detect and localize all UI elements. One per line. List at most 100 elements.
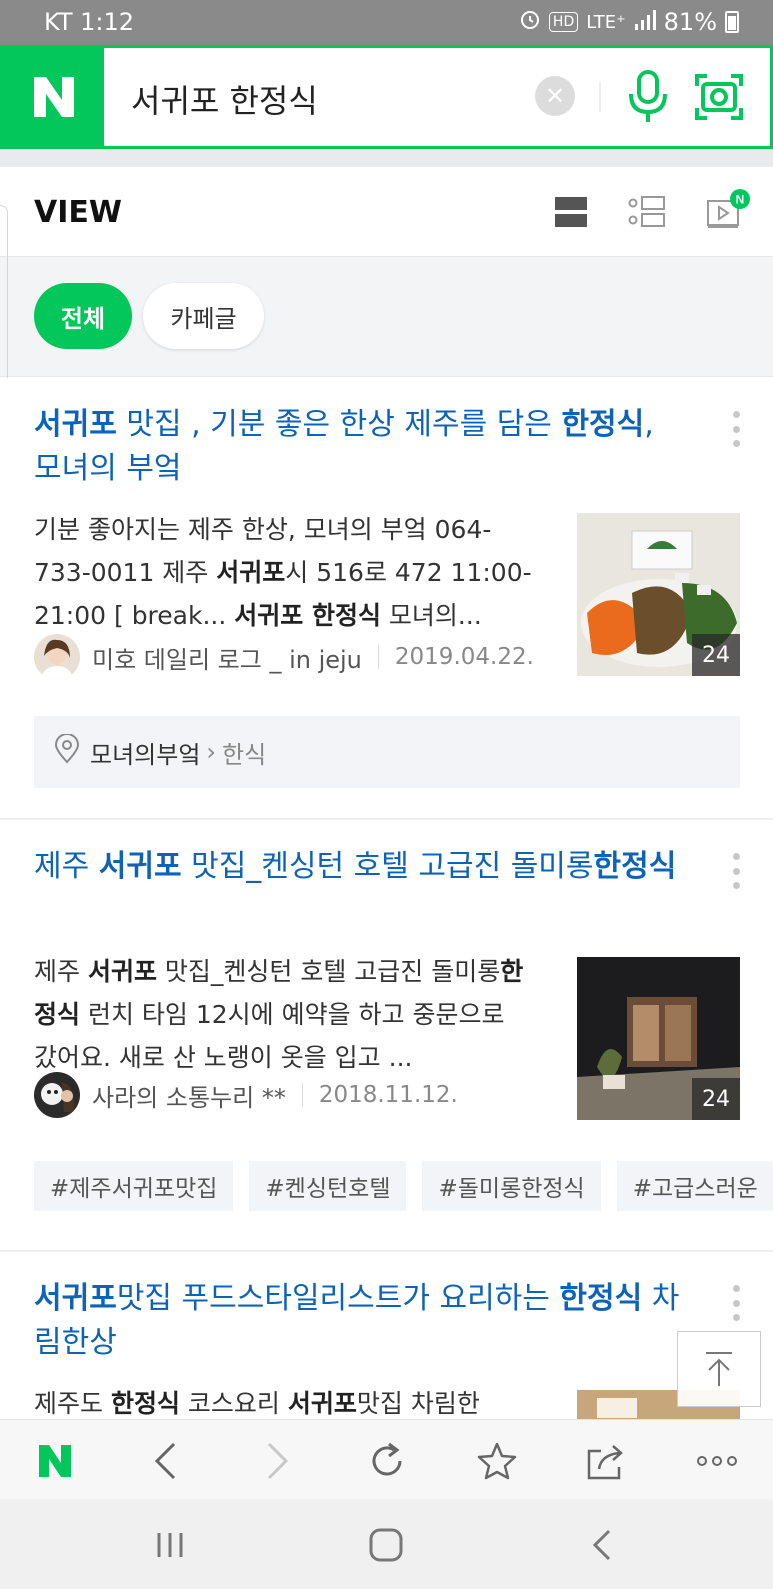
close-icon: ✕ [544,82,566,110]
hashtag-chip[interactable]: #제주서귀포맛집 [34,1161,234,1211]
more-options-button[interactable] [729,411,743,447]
network-label: LTE⁺ [586,11,626,33]
title-text: 맛집_켄싱턴 호텔 고급진 돌미롱 [181,849,594,884]
filter-chip-all[interactable]: 전체 [34,283,132,349]
place-category: 한식 [222,740,267,769]
bookmark-button[interactable] [474,1438,520,1484]
author-name: 사라의 소통누리 ** [92,1083,286,1112]
video-icon: N [707,189,750,228]
hashtag-list: #제주서귀포맛집 #켄싱턴호텔 #돌미롱한정식 #고급스러운 [34,1161,773,1211]
place-info[interactable]: 모녀의부엌 › 한식 [34,716,740,788]
arrow-up-icon [706,1352,732,1386]
result-snippet[interactable]: 기분 좋아지는 제주 한상, 모녀의 부엌 064-733-0011 제주 서귀… [34,508,534,637]
author-row[interactable]: 미호 데일리 로그 _ in jeju 2019.04.22. [34,634,534,680]
naver-logo-icon [33,77,74,117]
share-button[interactable] [583,1438,629,1484]
browser-toolbar [0,1419,773,1499]
signal-icon [634,8,656,36]
snippet-keyword: 서귀포 [87,957,157,986]
snippet-keyword: 서귀포 한정식 [234,601,381,630]
place-arrow: › [206,738,217,766]
video-new-badge: N [736,193,745,207]
naver-logo-button[interactable] [3,48,104,146]
battery-percent: 81% [663,8,717,36]
more-options-button[interactable] [729,1285,743,1321]
title-text: 맛집 , 기분 좋은 한상 제주를 담은 [116,407,562,442]
list-layout-icon [628,196,665,227]
lens-search-button[interactable] [693,72,745,122]
forward-button[interactable] [254,1438,300,1484]
more-options-button[interactable] [729,853,743,889]
title-text: 맛집 푸드스타일리스트가 요리하는 [116,1281,560,1316]
microphone-icon [629,70,667,122]
refresh-button[interactable] [364,1438,410,1484]
snippet-text: 맛집_켄싱턴 호텔 고급진 돌미롱 [156,957,501,986]
hashtag-chip[interactable]: #켄싱턴호텔 [249,1161,407,1211]
forward-icon [267,1442,289,1480]
carrier-time: KT 1:12 [44,8,135,36]
title-keyword: 서귀포 [34,407,117,442]
author-avatar [34,634,80,680]
home-icon [369,1528,403,1562]
search-input[interactable]: 서귀포 한정식 [131,76,318,122]
snippet-text: 제주도 [34,1389,111,1418]
snippet-text: 제주 [34,957,88,986]
naver-home-button[interactable] [32,1438,78,1484]
hashtag-chip[interactable]: #돌미롱한정식 [422,1161,601,1211]
system-back-button[interactable] [580,1525,624,1565]
title-keyword: 서귀포 [98,849,182,884]
result-thumbnail[interactable]: 24 [577,957,740,1120]
camera-lens-icon [695,74,743,120]
menu-more-button[interactable] [694,1438,740,1484]
title-text: 제주 [34,849,99,884]
view-header: VIEW N [0,167,773,257]
snippet-text: 맛집 차림한 [356,1389,480,1418]
result-card-3: 서귀포맛집 푸드스타일리스트가 요리하는 한정식 차림한상 제주도 한정식 코스… [0,1252,773,1419]
card-view-toggle[interactable] [555,197,587,231]
view-section-title: VIEW [34,195,122,230]
share-icon [587,1445,623,1480]
result-title[interactable]: 제주 서귀포 맛집_켄싱턴 호텔 고급진 돌미롱한정식 [34,845,684,889]
photo-count-badge: 24 [692,634,740,676]
section-spacer [0,149,773,167]
bookmark-star-icon [477,1442,517,1480]
search-bar: 서귀포 한정식 ✕ [0,45,773,149]
snippet-keyword: 서귀포 [216,558,286,587]
result-snippet[interactable]: 제주 서귀포 맛집_켄싱턴 호텔 고급진 돌미롱한정식 런치 타임 12시에 예… [34,950,534,1079]
refresh-icon [372,1442,402,1476]
hashtag-chip[interactable]: #고급스러운 [616,1161,773,1211]
author-name: 미호 데일리 로그 _ in jeju [92,645,362,674]
video-view-toggle[interactable]: N [706,187,754,235]
recent-apps-icon [157,1533,183,1557]
battery-icon [725,11,739,33]
voice-search-button[interactable] [623,68,673,126]
post-date: 2019.04.22. [394,644,534,670]
result-title[interactable]: 서귀포 맛집 , 기분 좋은 한상 제주를 담은 한정식, 모녀의 부엌 [34,403,684,491]
alarm-icon [519,8,541,36]
author-row[interactable]: 사라의 소통누리 ** 2018.11.12. [34,1072,458,1118]
back-button[interactable] [143,1438,189,1484]
title-keyword: 한정식 [561,407,645,442]
recent-apps-button[interactable] [148,1525,192,1565]
scroll-to-top-button[interactable] [677,1331,761,1407]
result-snippet[interactable]: 제주도 한정식 코스요리 서귀포맛집 차림한 [34,1382,534,1419]
list-view-toggle[interactable] [628,195,666,233]
system-navigation-bar [0,1499,773,1589]
place-name: 모녀의부엌 [90,740,201,769]
location-pin-icon [54,733,80,770]
snippet-keyword: 서귀포 [287,1389,357,1418]
clear-search-button[interactable]: ✕ [535,76,575,116]
result-thumbnail[interactable]: 24 [577,513,740,676]
search-divider [599,82,601,112]
snippet-text: 모녀의... [380,601,482,630]
home-button[interactable] [364,1525,408,1565]
system-back-icon [592,1529,611,1561]
filter-chip-cafe[interactable]: 카페글 [143,283,264,349]
status-bar: KT 1:12 HD LTE⁺ 81% [0,0,773,45]
post-date: 2018.11.12. [318,1082,458,1108]
result-card-1: 서귀포 맛집 , 기분 좋은 한상 제주를 담은 한정식, 모녀의 부엌 기분 … [0,378,773,818]
naver-home-icon [39,1445,71,1477]
snippet-keyword: 한정식 [110,1389,180,1418]
result-title[interactable]: 서귀포맛집 푸드스타일리스트가 요리하는 한정식 차림한상 [34,1277,684,1365]
card-layout-icon [555,197,587,227]
